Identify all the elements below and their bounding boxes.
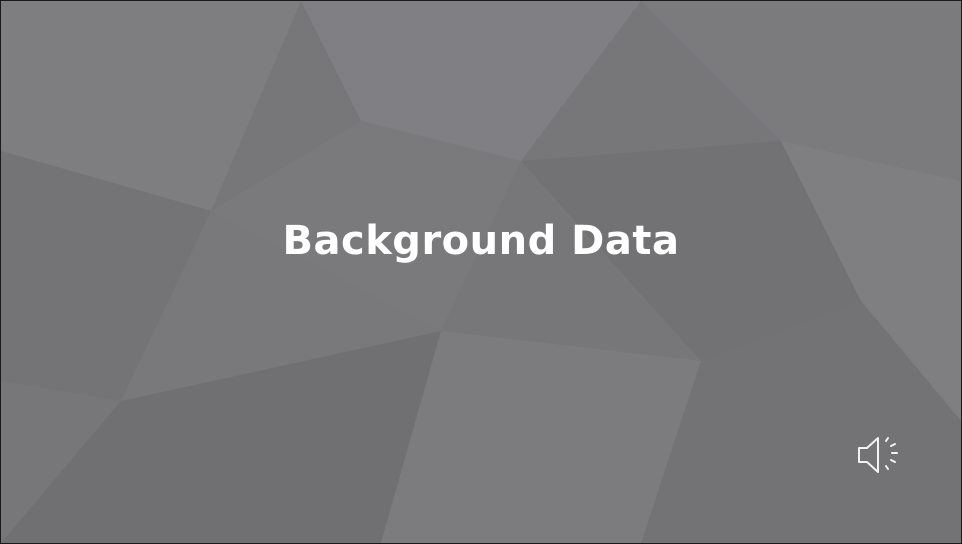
audio-button[interactable] [853, 431, 909, 479]
slide-background-facets [1, 1, 961, 543]
slide-title: Background Data [282, 218, 680, 264]
presentation-slide: Background Data [0, 0, 962, 544]
speaker-volume-icon [858, 437, 898, 473]
